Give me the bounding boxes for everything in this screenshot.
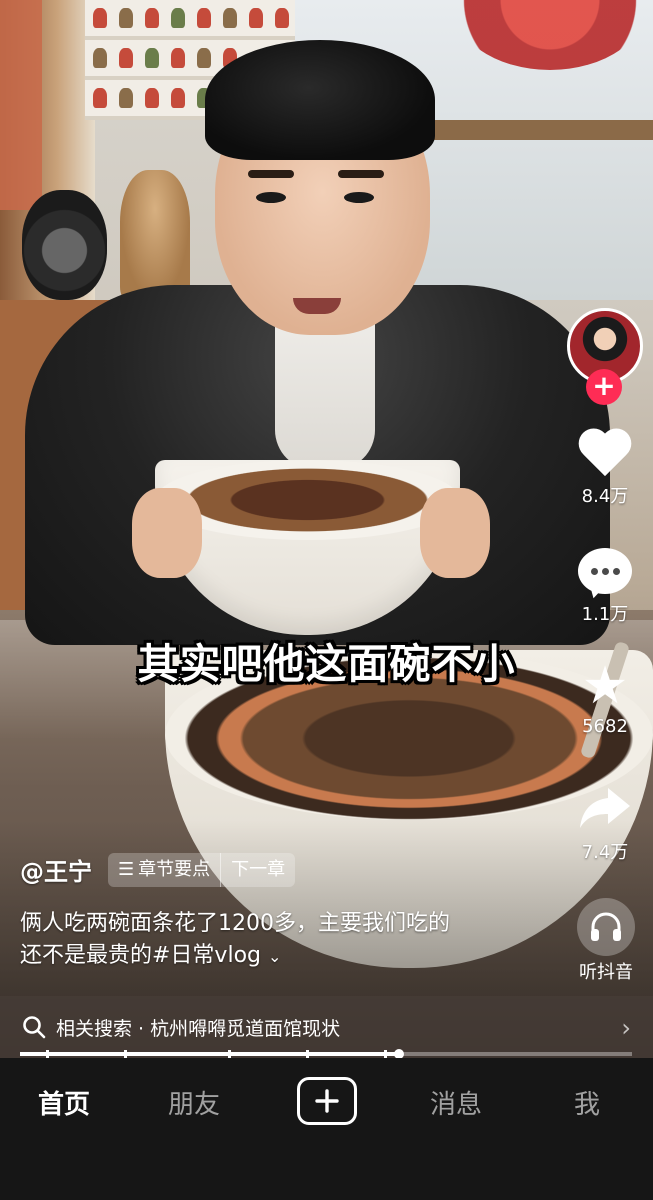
progress-fill — [20, 1052, 400, 1056]
chevron-right-icon: › — [621, 1014, 631, 1042]
favorite-button[interactable]: ★ 5682 — [565, 660, 645, 737]
background-poster — [0, 0, 42, 210]
heart-icon — [578, 430, 632, 478]
chapter-marker — [124, 1050, 127, 1058]
description-line-2-text: 还不是最贵的#日常vlog — [20, 943, 261, 968]
person-hair — [205, 40, 435, 160]
next-chapter-label: 下一章 — [231, 859, 286, 880]
tab-home[interactable]: 首页 — [38, 1084, 90, 1121]
video-progress-bar[interactable] — [20, 1049, 632, 1059]
tab-friends[interactable]: 朋友 — [168, 1084, 220, 1121]
plus-icon — [315, 1089, 339, 1113]
person-eye — [256, 192, 286, 203]
chapter-marker — [306, 1050, 309, 1058]
author-name[interactable]: @王宁 — [20, 852, 92, 887]
like-count: 8.4万 — [581, 486, 629, 507]
video-subtitle: 其实吧他这面碗不小 — [137, 640, 516, 688]
chapter-chips: ☰ 章节要点 下一章 — [108, 853, 296, 887]
comment-button[interactable]: 1.1万 — [565, 548, 645, 626]
related-search-text: 相关搜索 · 杭州嘚嘚觅道面馆现状 — [56, 1017, 341, 1040]
related-search-bar[interactable]: 相关搜索 · 杭州嘚嘚觅道面馆现状 › — [0, 996, 653, 1058]
share-button[interactable]: 7.4万 — [565, 784, 645, 864]
chapter-points-label: 章节要点 — [138, 859, 211, 880]
person-brow — [248, 170, 294, 178]
create-post-button[interactable] — [297, 1077, 357, 1125]
comment-bubble-icon — [578, 548, 632, 601]
description-line-1: 俩人吃两碗面条花了1200多，主要我们吃的 — [20, 911, 450, 936]
chapter-marker — [46, 1050, 49, 1058]
tab-messages[interactable]: 消息 — [430, 1084, 482, 1121]
background-statue — [120, 170, 190, 300]
like-button[interactable]: 8.4万 — [565, 430, 645, 508]
person-eye — [344, 192, 374, 203]
listen-label: 听抖音 — [579, 962, 633, 983]
next-chapter-button[interactable]: 下一章 — [220, 853, 295, 887]
headphones-icon — [591, 912, 621, 941]
background-shelf — [420, 120, 653, 140]
share-arrow-icon — [580, 788, 630, 828]
post-description[interactable]: 俩人吃两碗面条花了1200多，主要我们吃的 还不是最贵的#日常vlog ⌄ — [20, 908, 520, 973]
star-icon: ★ — [581, 656, 629, 716]
tab-me[interactable]: 我 — [574, 1084, 600, 1121]
comment-count: 1.1万 — [581, 604, 629, 625]
person-hand — [132, 488, 202, 578]
chevron-down-icon[interactable]: ⌄ — [268, 947, 281, 966]
listen-circle — [577, 898, 635, 956]
listen-douyin-button[interactable]: 听抖音 — [566, 898, 646, 984]
chapter-points-button[interactable]: ☰ 章节要点 — [108, 853, 220, 887]
chapter-marker — [384, 1050, 387, 1058]
video-player[interactable]: 其实吧他这面碗不小 — [0, 0, 653, 1058]
search-icon — [23, 1016, 46, 1039]
person-brow — [338, 170, 384, 178]
share-count: 7.4万 — [581, 842, 629, 863]
list-icon: ☰ — [118, 859, 135, 880]
bottom-tab-bar: 首页 朋友 消息 我 — [0, 1058, 653, 1200]
chapter-marker — [228, 1050, 231, 1058]
description-line-2: 还不是最贵的#日常vlog ⌄ — [20, 940, 520, 973]
follow-button[interactable]: + — [586, 369, 622, 405]
background-speaker — [22, 190, 107, 300]
person-hand — [420, 488, 490, 578]
favorite-count: 5682 — [582, 716, 628, 737]
